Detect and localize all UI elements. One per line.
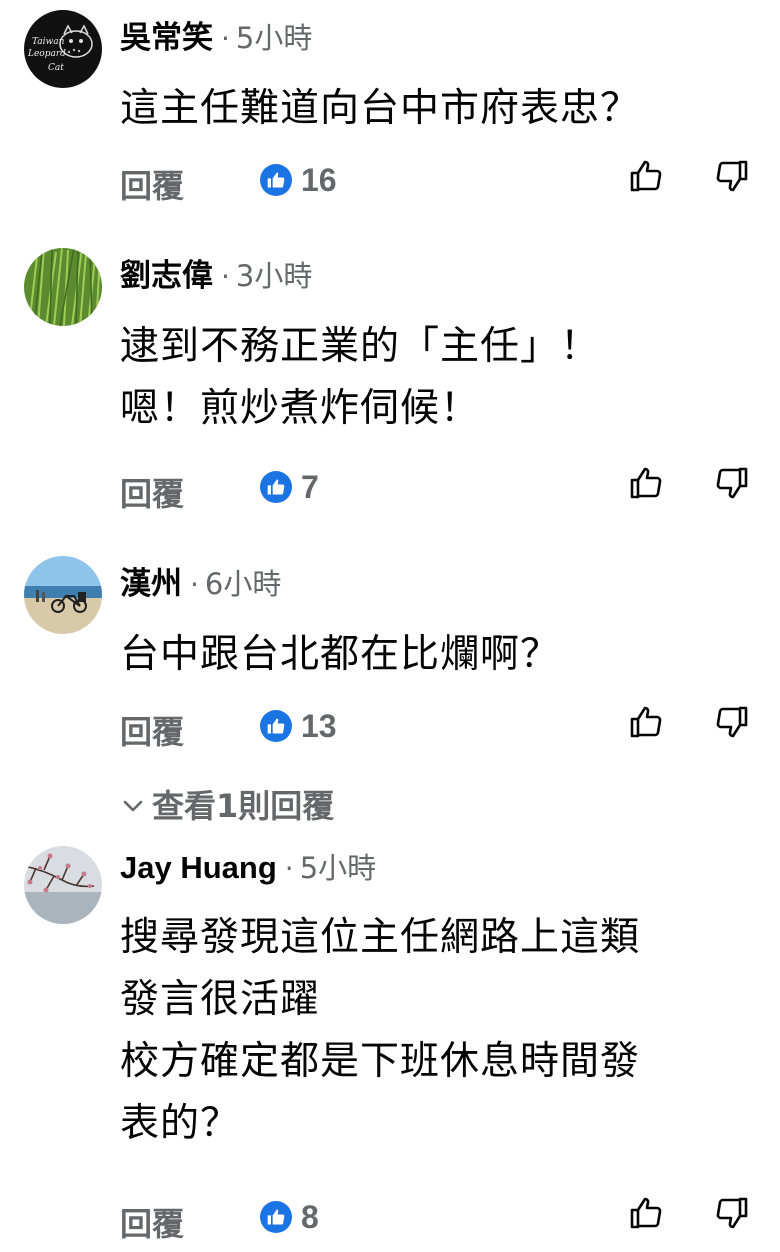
like-count: 7 (301, 469, 319, 505)
chevron-down-icon (123, 800, 143, 812)
timestamp[interactable]: 3小時 (236, 259, 312, 293)
reaction-summary[interactable]: 7 (260, 465, 319, 509)
like-badge-icon (260, 710, 292, 742)
separator-dot: · (221, 260, 230, 293)
timestamp[interactable]: 5小時 (236, 21, 312, 55)
comment-text: 逮到不務正業的「主任」！ 嗯！煎炒煮炸伺候！ (120, 324, 601, 431)
thumbs-down-icon[interactable] (712, 156, 752, 196)
comment-header: 劉志偉 · 3小時 (120, 256, 312, 296)
comment-text: 搜尋發現這位主任網路上這類 發言很活躍 校方確定都是下班休息時間發 表的？ (120, 915, 641, 1146)
separator-dot: · (284, 852, 294, 885)
thumbs-down-icon[interactable] (712, 463, 752, 503)
avatar[interactable] (24, 248, 102, 326)
comment-header: Jay Huang · 5小時 (120, 848, 376, 888)
grass-photo-avatar (24, 248, 102, 326)
thumbs-down-icon[interactable] (712, 1193, 752, 1233)
timestamp[interactable]: 5小時 (300, 851, 376, 885)
thumbs-up-icon[interactable] (626, 1193, 666, 1233)
reply-button[interactable]: 回覆 (120, 164, 184, 208)
separator-dot: · (221, 22, 230, 55)
comment-text: 這主任難道向台中市府表忠？ (120, 86, 641, 131)
reply-button[interactable]: 回覆 (120, 710, 184, 754)
separator-dot: · (190, 568, 199, 601)
author-name[interactable]: 漢州 (120, 566, 182, 601)
avatar[interactable]: Taiwan Leopard Cat (24, 10, 102, 88)
blossom-photo-avatar (24, 846, 102, 924)
author-name[interactable]: Jay Huang (120, 850, 277, 885)
timestamp[interactable]: 6小時 (205, 567, 281, 601)
avatar[interactable] (24, 556, 102, 634)
like-badge-icon (260, 1201, 292, 1233)
comment-text: 台中跟台北都在比爛啊？ (120, 632, 561, 677)
svg-text:Taiwan: Taiwan (32, 37, 65, 47)
thumbs-up-icon[interactable] (626, 156, 666, 196)
like-count: 16 (301, 162, 337, 198)
thumbs-up-icon[interactable] (626, 463, 666, 503)
comment-header: 吳常笑 · 5小時 (120, 18, 312, 58)
beach-bicycle-photo-avatar (24, 556, 102, 634)
comment-header: 漢州 · 6小時 (120, 564, 281, 604)
like-badge-icon (260, 471, 292, 503)
reaction-summary[interactable]: 16 (260, 158, 337, 202)
reaction-summary[interactable]: 8 (260, 1195, 319, 1239)
svg-text:Cat: Cat (48, 63, 64, 73)
like-badge-icon (260, 164, 292, 196)
reply-button[interactable]: 回覆 (120, 472, 184, 516)
svg-text:Leopard: Leopard (27, 49, 66, 59)
reply-button[interactable]: 回覆 (120, 1202, 184, 1246)
like-count: 13 (301, 708, 337, 744)
author-name[interactable]: 劉志偉 (120, 258, 213, 293)
thumbs-up-icon[interactable] (626, 702, 666, 742)
leopard-cat-logo-avatar: Taiwan Leopard Cat (24, 10, 102, 88)
author-name[interactable]: 吳常笑 (120, 20, 213, 55)
thumbs-down-icon[interactable] (712, 702, 752, 742)
like-count: 8 (301, 1199, 319, 1235)
avatar[interactable] (24, 846, 102, 924)
view-replies-button[interactable]: 查看1則回覆 (120, 784, 334, 828)
reaction-summary[interactable]: 13 (260, 704, 337, 748)
view-replies-label: 查看1則回覆 (152, 787, 335, 825)
